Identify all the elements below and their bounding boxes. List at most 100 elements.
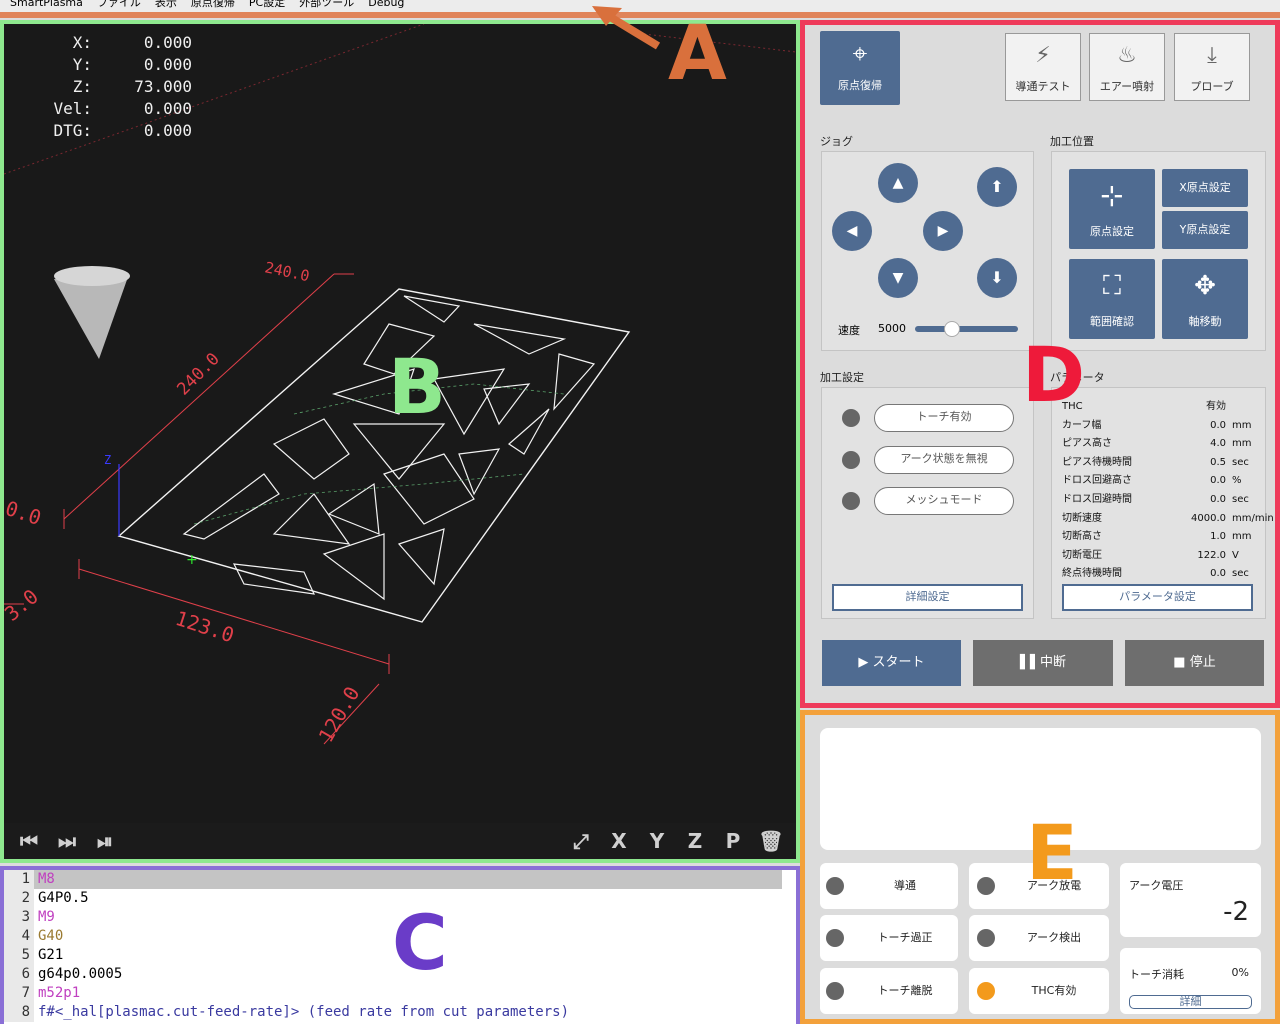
fit-icon[interactable]: ⤢ xyxy=(562,829,600,853)
dro-y: Y: 0.000 xyxy=(10,54,192,76)
position-box: ⊹ 原点設定 X原点設定 Y原点設定 ⛶ 範囲確認 ✥ 軸移動 xyxy=(1051,151,1266,351)
ignore-arc-toggle[interactable]: アーク状態を無視 xyxy=(874,446,1014,474)
jog-z-down-button[interactable]: ⬇ xyxy=(977,258,1017,298)
param-name: ドロス回避時間 xyxy=(1062,494,1132,505)
menu-view[interactable]: 表示 xyxy=(155,0,177,11)
thc-led xyxy=(977,982,995,1000)
frame-target-icon: ⛶ xyxy=(1102,271,1122,301)
torch-wear-value: 0% xyxy=(1231,966,1249,979)
step-icon[interactable]: ⏯ xyxy=(86,829,124,853)
view-p-icon[interactable]: P xyxy=(714,829,752,853)
menu-pc-settings[interactable]: PC設定 xyxy=(249,0,285,11)
code-text: G4P0.5 xyxy=(38,890,89,906)
next-icon[interactable]: ⏭ xyxy=(48,829,86,853)
menu-external-tools[interactable]: 外部ツール xyxy=(299,0,354,11)
jog-speed-handle[interactable] xyxy=(944,321,961,337)
start-button[interactable]: ▶ スタート xyxy=(822,640,961,686)
target-icon: ⌖ xyxy=(852,39,868,69)
param-unit: mm xyxy=(1232,438,1252,450)
dro-z: Z: 73.000 xyxy=(10,76,192,98)
view-x-icon[interactable]: X xyxy=(600,829,638,853)
jog-speed-slider[interactable] xyxy=(915,321,1018,337)
param-row: ピアス待機時間 0.5 sec xyxy=(1062,454,1249,472)
gcode-editor[interactable]: 1 M8 2 G4P0.5 3 M9 4 G40 5 G21 6 g64p0.0005 7m… xyxy=(0,866,800,1024)
code-text: M8 xyxy=(34,870,782,889)
param-row: 切断電圧 122.0 V xyxy=(1062,547,1239,565)
probe-icon: ⤓ xyxy=(1207,43,1217,68)
range-check-button[interactable]: ⛶ 範囲確認 xyxy=(1069,259,1155,339)
jog-x-plus-button[interactable]: ▶ xyxy=(923,211,963,251)
param-row: 切断高さ 1.0 mm xyxy=(1062,528,1251,546)
ignore-arc-led xyxy=(842,451,860,469)
menu-app[interactable]: SmartPlasma xyxy=(10,0,83,11)
menu-home[interactable]: 原点復帰 xyxy=(191,0,235,11)
dro-label: X: xyxy=(72,33,92,52)
continuity-status: 導通 xyxy=(820,863,958,909)
torch-off-led xyxy=(826,982,844,1000)
arc-voltage-label: アーク電圧 xyxy=(1129,879,1184,892)
jog-y-plus-button[interactable]: ▲ xyxy=(878,163,918,203)
params-title: パラメータ xyxy=(1050,371,1105,384)
probe-button[interactable]: ⤓ プローブ xyxy=(1174,33,1250,101)
code-line[interactable]: 2 G4P0.5 xyxy=(4,889,796,908)
code-text: m52p1 xyxy=(38,985,81,1001)
dro-panel: X: 0.000 Y: 0.000 Z: 73.000 Vel: 0.000 DTG: 0… xyxy=(10,32,192,142)
stop-button[interactable]: ■ 停止 xyxy=(1125,640,1264,686)
params-settings-button[interactable]: パラメータ設定 xyxy=(1062,584,1253,611)
param-value: 0.0 xyxy=(1210,419,1226,431)
param-row: 切断速度 4000.0 mm/min xyxy=(1062,510,1274,528)
line-number: 8 xyxy=(4,1003,34,1022)
view-y-icon[interactable]: Y xyxy=(638,829,676,853)
code-line[interactable]: 7 m52p1 xyxy=(4,984,796,1003)
detail-settings-button[interactable]: 詳細設定 xyxy=(832,584,1023,611)
first-icon[interactable]: ⏮ xyxy=(10,829,48,853)
code-line[interactable]: 4 G40 xyxy=(4,927,796,946)
axis-move-button[interactable]: ✥ 軸移動 xyxy=(1162,259,1248,339)
code-text: M9 xyxy=(38,909,55,925)
air-blow-button[interactable]: ♨ エアー噴射 xyxy=(1089,33,1165,101)
param-unit: mm xyxy=(1232,531,1252,543)
code-line[interactable]: 8 f#<_hal[plasmac.cut-feed-rate]> (feed r… xyxy=(4,1003,796,1022)
move-arrows-icon: ✥ xyxy=(1194,271,1216,301)
thc-enabled-label: THC有効 xyxy=(1031,984,1077,997)
torch-wear-detail-button[interactable]: 詳細 xyxy=(1129,995,1252,1009)
mesh-mode-toggle[interactable]: メッシュモード xyxy=(874,487,1014,515)
dim-123: 123.0 xyxy=(172,606,237,647)
set-origin-button[interactable]: ⊹ 原点設定 xyxy=(1069,169,1155,249)
menu-file[interactable]: ファイル xyxy=(97,0,141,11)
param-unit: sec xyxy=(1232,456,1249,468)
pause-button[interactable]: ▌▌中断 xyxy=(973,640,1113,686)
annotation-arrow xyxy=(592,6,661,50)
line-number: 1 xyxy=(4,870,34,889)
dro-label: Y: xyxy=(72,55,92,74)
axis-origin-icon: ⊹ xyxy=(1100,179,1124,212)
continuity-test-button[interactable]: ⚡ 導通テスト xyxy=(1005,33,1081,101)
control-panel: ⌖ 原点復帰 ⚡ 導通テスト ♨ エアー噴射 ⤓ プローブ ジョグ ▲ ◀ ▶ … xyxy=(800,20,1280,708)
jog-box: ▲ ◀ ▶ ▼ ⬆ ⬇ 速度 5000 xyxy=(821,151,1034,351)
viewport-toolbar: ⏮ ⏭ ⏯ ⤢ X Y Z P 🗑 xyxy=(4,823,796,859)
torch-enable-toggle[interactable]: トーチ有効 xyxy=(874,404,1014,432)
code-line[interactable]: 3 M9 xyxy=(4,908,796,927)
code-line[interactable]: 1 M8 xyxy=(4,870,796,889)
code-line[interactable]: 5 G21 xyxy=(4,946,796,965)
torch-over-led xyxy=(826,929,844,947)
line-number: 3 xyxy=(4,908,34,927)
dim-120: 120.0 xyxy=(314,682,365,746)
y-origin-button[interactable]: Y原点設定 xyxy=(1162,211,1248,249)
torch-off-label: トーチ離脱 xyxy=(877,984,933,997)
menu-debug[interactable]: Debug xyxy=(368,0,404,11)
clear-icon[interactable]: 🗑 xyxy=(752,829,790,853)
arc-discharge-led xyxy=(977,877,995,895)
code-text: g64p0.0005 xyxy=(38,966,123,982)
jog-y-minus-button[interactable]: ▼ xyxy=(878,258,918,298)
jog-x-minus-button[interactable]: ◀ xyxy=(832,211,872,251)
param-value: 0.0 xyxy=(1210,568,1226,580)
jog-z-up-button[interactable]: ⬆ xyxy=(977,167,1017,207)
code-line[interactable]: 6 g64p0.0005 xyxy=(4,965,796,984)
view-z-icon[interactable]: Z xyxy=(676,829,714,853)
x-origin-button[interactable]: X原点設定 xyxy=(1162,169,1248,207)
home-button[interactable]: ⌖ 原点復帰 xyxy=(820,31,900,105)
dro-value: 0.000 xyxy=(143,121,192,140)
toolpath-viewport[interactable]: 240.0 240.0 123.0 120.0 3.0 0.0 Z + X: 0.… xyxy=(0,20,800,863)
param-unit: mm xyxy=(1232,419,1252,431)
